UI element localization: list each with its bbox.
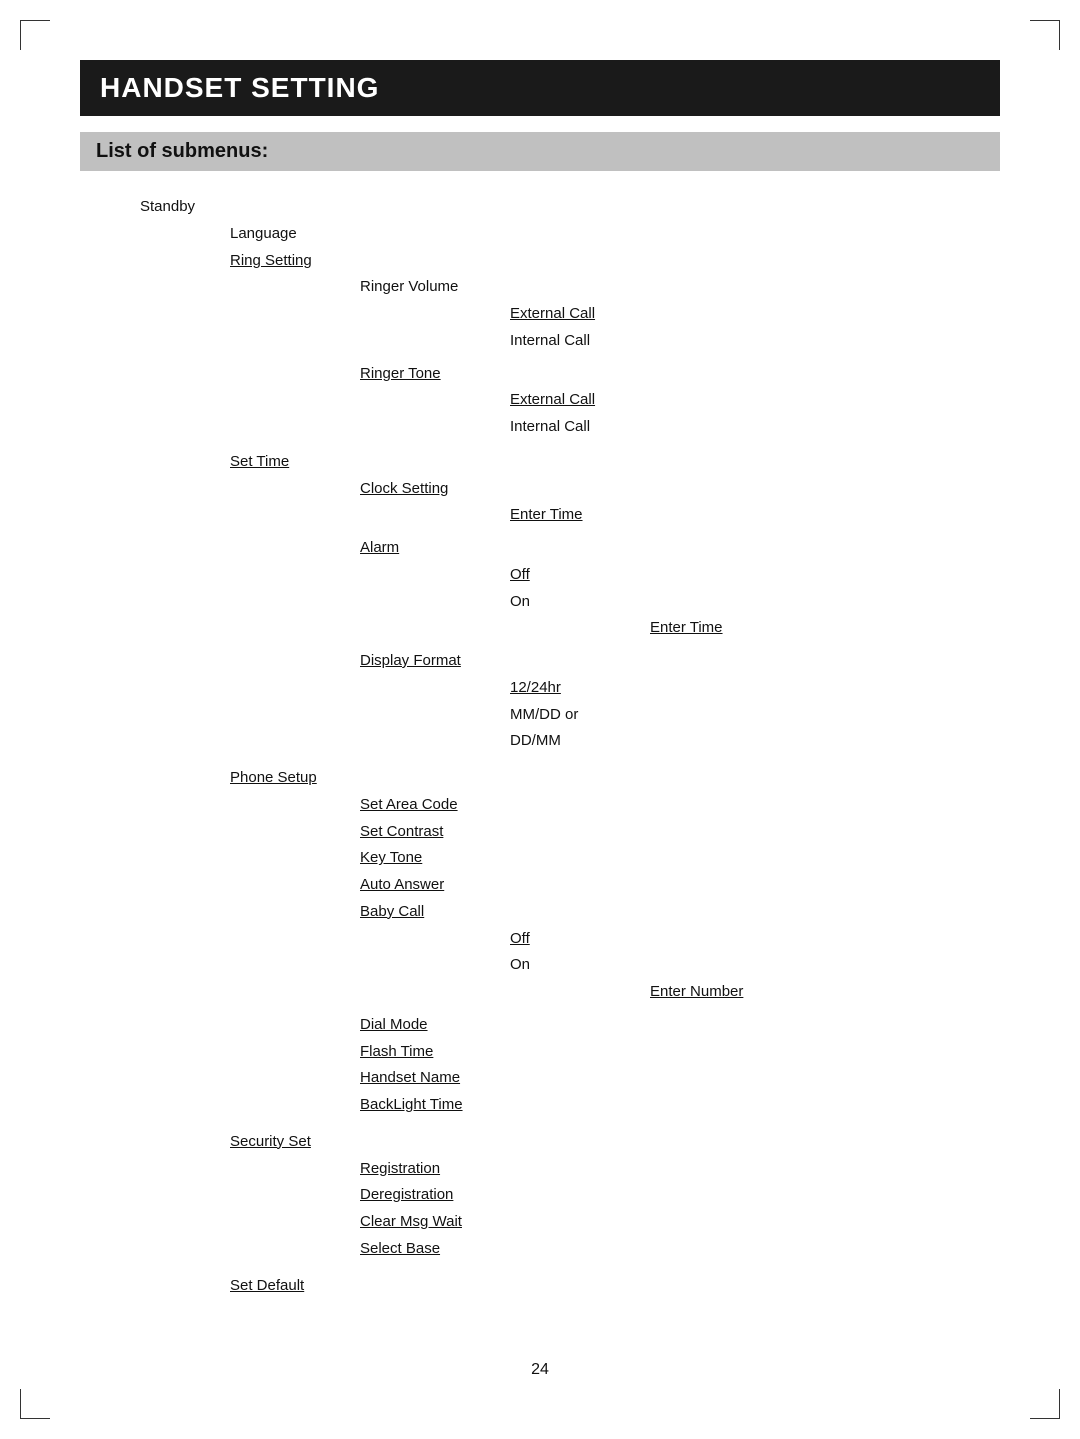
menu-item-auto-answer: Auto Answer: [360, 876, 444, 893]
page-container: HANDSET SETTING List of submenus: Standb…: [0, 0, 1080, 1439]
menu-item-deregistration: Deregistration: [360, 1186, 453, 1203]
menu-item-handset-name: Handset Name: [360, 1069, 460, 1086]
menu-item-language: Language: [230, 225, 297, 242]
menu-item-12-24hr: 12/24hr: [510, 679, 561, 696]
menu-item-dial-mode: Dial Mode: [360, 1016, 428, 1033]
corner-mark-tr: [1030, 20, 1060, 50]
menu-item-set-area-code: Set Area Code: [360, 796, 458, 813]
menu-item-phone-setup: Phone Setup: [230, 769, 317, 786]
page-title: HANDSET SETTING: [100, 72, 980, 104]
menu-item-set-time: Set Time: [230, 453, 289, 470]
corner-mark-bl: [20, 1389, 50, 1419]
menu-item-ring-setting: Ring Setting: [230, 252, 312, 269]
menu-item-clock-setting: Clock Setting: [360, 480, 448, 497]
menu-item-standby: Standby: [140, 198, 195, 215]
subtitle-bar: List of submenus:: [80, 132, 1000, 171]
menu-tree: Standby Language Ring Setting Ringer Vol…: [80, 195, 1000, 1298]
menu-item-ext-call-1: External Call: [510, 305, 595, 322]
menu-item-ddmm: DD/MM: [510, 732, 561, 749]
menu-item-select-base: Select Base: [360, 1240, 440, 1257]
menu-item-clear-msg-wait: Clear Msg Wait: [360, 1213, 462, 1230]
menu-item-key-tone: Key Tone: [360, 849, 422, 866]
menu-item-ringer-volume: Ringer Volume: [360, 278, 458, 295]
menu-item-baby-call: Baby Call: [360, 903, 424, 920]
menu-item-alarm: Alarm: [360, 539, 399, 556]
menu-item-babycall-on: On: [510, 956, 530, 973]
menu-item-enter-time-2: Enter Time: [650, 619, 723, 636]
title-bar: HANDSET SETTING: [80, 60, 1000, 116]
menu-item-alarm-off: Off: [510, 566, 530, 583]
menu-item-enter-number: Enter Number: [650, 983, 743, 1000]
menu-item-babycall-off: Off: [510, 930, 530, 947]
menu-item-security-set: Security Set: [230, 1133, 311, 1150]
corner-mark-tl: [20, 20, 50, 50]
menu-item-enter-time-1: Enter Time: [510, 506, 583, 523]
menu-item-mmdd: MM/DD or: [510, 706, 578, 723]
menu-item-ringer-tone: Ringer Tone: [360, 365, 441, 382]
menu-item-registration: Registration: [360, 1160, 440, 1177]
menu-item-flash-time: Flash Time: [360, 1043, 433, 1060]
corner-mark-br: [1030, 1389, 1060, 1419]
menu-item-set-contrast: Set Contrast: [360, 823, 443, 840]
menu-item-alarm-on: On: [510, 593, 530, 610]
page-number: 24: [531, 1361, 549, 1379]
menu-item-int-call-2: Internal Call: [510, 418, 590, 435]
menu-item-set-default: Set Default: [230, 1277, 304, 1294]
menu-item-backlight-time: BackLight Time: [360, 1096, 463, 1113]
menu-item-ext-call-2: External Call: [510, 391, 595, 408]
subtitle: List of submenus:: [96, 140, 984, 163]
menu-item-display-format: Display Format: [360, 652, 461, 669]
menu-item-int-call-1: Internal Call: [510, 332, 590, 349]
